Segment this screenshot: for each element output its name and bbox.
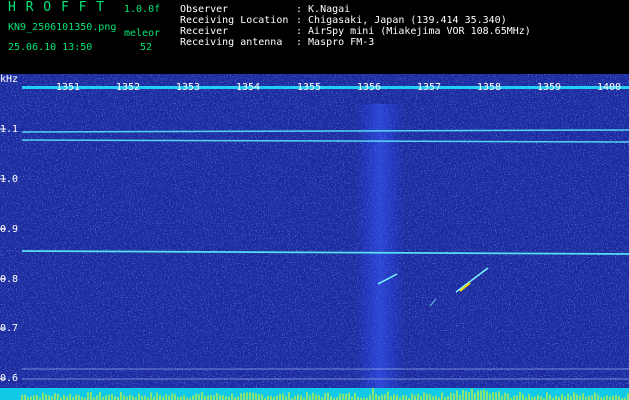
- x-tick-1357: 1357: [417, 82, 442, 93]
- count-label: 52: [140, 42, 153, 53]
- info-label-observer: Observer: [180, 4, 229, 15]
- y-tick-0-6: 0.6: [0, 373, 19, 384]
- y-tick-1-0: 1.0: [0, 174, 19, 185]
- y-unit-label: kHz: [0, 74, 19, 85]
- y-tick-0-9: 0.9: [0, 224, 19, 235]
- header-panel: H R O F F T 1.0.0f KN9_2506101350.png me…: [0, 0, 629, 74]
- y-tick-0-8: 0.8: [0, 274, 19, 285]
- x-tick-1352: 1352: [116, 82, 141, 93]
- y-tick-1-1: 1.1: [0, 124, 19, 135]
- info-label-location: Receiving Location: [180, 15, 289, 26]
- info-label-receiver: Receiver: [180, 26, 229, 37]
- info-value-antenna: : Maspro FM-3: [296, 37, 375, 48]
- info-label-antenna: Receiving antenna: [180, 37, 283, 48]
- app-title: H R O F F T: [8, 0, 106, 15]
- mode-label: meleor: [124, 28, 161, 39]
- x-tick-1354: 1354: [236, 82, 261, 93]
- noise-layer: [0, 74, 629, 400]
- spectrogram: [0, 74, 629, 400]
- x-tick-1353: 1353: [176, 82, 201, 93]
- x-tick-1400: 1400: [597, 82, 622, 93]
- info-value-location: : Chigasaki, Japan (139.414 35.340): [296, 15, 507, 26]
- filename-label: KN9_2506101350.png: [8, 22, 117, 33]
- x-tick-1359: 1359: [537, 82, 562, 93]
- x-tick-1356: 1356: [357, 82, 382, 93]
- x-tick-1355: 1355: [297, 82, 322, 93]
- datetime-label: 25.06.10 13:50: [8, 42, 93, 53]
- version-label: 1.0.0f: [124, 4, 161, 15]
- info-value-observer: : K.Nagai: [296, 4, 351, 15]
- info-value-receiver: : AirSpy mini (Miakejima VOR 108.65MHz): [296, 26, 531, 37]
- x-tick-1351: 1351: [56, 82, 81, 93]
- y-tick-0-7: 0.7: [0, 323, 19, 334]
- x-tick-1358: 1358: [477, 82, 502, 93]
